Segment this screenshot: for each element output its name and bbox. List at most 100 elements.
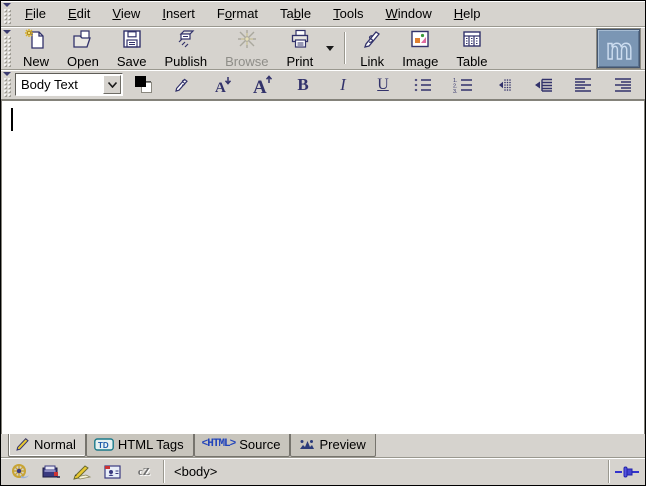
paragraph-format-value: Body Text — [16, 77, 103, 92]
menu-view-label: View — [112, 6, 140, 21]
chevron-down-icon — [108, 82, 117, 88]
svg-text:A: A — [215, 80, 226, 95]
decrease-font-size-button[interactable]: A — [210, 72, 237, 97]
menu-edit-label: Edit — [68, 6, 90, 21]
bold-button[interactable]: B — [290, 72, 317, 97]
link-button-label: Link — [360, 55, 384, 69]
menu-help-label: Help — [454, 6, 481, 21]
combo-dropdown-button[interactable] — [103, 75, 121, 94]
td-tag-icon: TD — [94, 438, 114, 451]
increase-font-size-button[interactable]: A — [250, 72, 277, 97]
save-floppy-icon — [120, 28, 144, 54]
online-status[interactable] — [609, 458, 645, 485]
image-icon — [408, 28, 432, 54]
swatch-tick — [146, 81, 151, 82]
svg-text:A: A — [253, 77, 267, 96]
menu-insert[interactable]: Insert — [154, 2, 203, 25]
tab-source[interactable]: <HTML> Source — [194, 434, 291, 457]
menu-file[interactable]: File — [17, 2, 54, 25]
svg-text:3.: 3. — [453, 89, 458, 93]
image-button[interactable]: Image — [393, 29, 447, 67]
link-button[interactable]: Link — [351, 29, 393, 67]
tab-html-tags[interactable]: TD HTML Tags — [86, 434, 194, 457]
pen-icon — [16, 438, 30, 451]
table-button[interactable]: Table — [447, 29, 496, 67]
menu-window[interactable]: Window — [378, 2, 440, 25]
menu-help[interactable]: Help — [446, 2, 489, 25]
menu-edit[interactable]: Edit — [60, 2, 98, 25]
status-bar: cZ <body> — [1, 457, 645, 485]
align-left-button[interactable] — [570, 72, 597, 97]
browse-sparkle-icon — [235, 28, 259, 54]
italic-glyph: I — [340, 75, 346, 95]
bulleted-list-button[interactable] — [410, 72, 437, 97]
new-button-label: New — [23, 55, 49, 69]
editor-canvas[interactable] — [1, 100, 645, 434]
print-button-label: Print — [286, 55, 313, 69]
composer-pen-icon — [72, 463, 92, 481]
browse-button-label: Browse — [225, 55, 268, 69]
table-button-label: Table — [456, 55, 487, 69]
menu-table-label: Table — [280, 6, 311, 21]
print-button[interactable]: Print — [277, 29, 322, 67]
new-button[interactable]: New — [14, 29, 58, 67]
highlighter-pen-icon — [173, 76, 193, 94]
tab-html-tags-label: HTML Tags — [118, 437, 184, 452]
grippy-dots — [3, 35, 11, 67]
open-folder-icon — [71, 28, 95, 54]
html-source-icon: <HTML> — [202, 438, 236, 450]
indent-button[interactable] — [530, 72, 557, 97]
mail-button[interactable] — [40, 462, 62, 482]
menu-view[interactable]: View — [104, 2, 148, 25]
component-bar: cZ — [1, 458, 163, 485]
toolbar-grippy[interactable] — [2, 29, 12, 67]
menu-file-label: File — [25, 6, 46, 21]
tab-preview[interactable]: Preview — [290, 434, 375, 457]
color-swatch-icon — [135, 76, 152, 93]
toolbar-grippy[interactable] — [2, 2, 12, 25]
toolbar-grippy[interactable] — [2, 71, 12, 98]
text-caret — [11, 108, 13, 131]
grippy-dots — [3, 77, 11, 98]
image-button-label: Image — [402, 55, 438, 69]
open-button[interactable]: Open — [58, 29, 108, 67]
new-page-icon — [24, 28, 48, 54]
mozilla-throbber[interactable]: m — [597, 29, 640, 68]
underline-glyph: U — [377, 76, 389, 94]
element-path-value[interactable]: <body> — [174, 464, 217, 479]
paragraph-format-select[interactable]: Body Text — [15, 73, 123, 96]
grippy-dots — [3, 8, 11, 25]
underline-button[interactable]: U — [370, 72, 397, 97]
chatzilla-button[interactable]: cZ — [133, 462, 155, 482]
chevron-down-icon — [326, 46, 334, 51]
format-buttons-group: A A B I U — [123, 72, 643, 97]
tab-normal[interactable]: Normal — [8, 434, 86, 457]
navigator-button[interactable] — [9, 462, 31, 482]
open-button-label: Open — [67, 55, 99, 69]
element-path: <body> — [164, 458, 608, 485]
menu-table[interactable]: Table — [272, 2, 319, 25]
menu-format[interactable]: Format — [209, 2, 266, 25]
menu-tools[interactable]: Tools — [325, 2, 371, 25]
align-right-icon — [613, 77, 633, 93]
online-plug-icon — [614, 465, 640, 479]
toolbar-separator — [344, 32, 345, 64]
italic-button[interactable]: I — [330, 72, 357, 97]
numbered-list-button[interactable]: 1. 2. 3. — [450, 72, 477, 97]
menu-insert-label: Insert — [162, 6, 195, 21]
collapse-arrow-icon — [3, 72, 11, 76]
main-toolbar: New Open Save Pub — [1, 27, 645, 70]
print-dropdown-button[interactable] — [322, 28, 338, 68]
numbered-list-icon: 1. 2. 3. — [452, 77, 474, 93]
edit-mode-tabbar: Normal TD HTML Tags <HTML> Source Previe… — [1, 434, 645, 457]
align-right-button[interactable] — [610, 72, 637, 97]
publish-button[interactable]: Publish — [155, 29, 216, 67]
text-color-picker[interactable] — [130, 72, 157, 97]
svg-text:TD: TD — [98, 441, 109, 450]
composer-button[interactable] — [71, 462, 93, 482]
save-button[interactable]: Save — [108, 29, 156, 67]
bulleted-list-icon — [413, 77, 433, 93]
highlight-color-button[interactable] — [170, 72, 197, 97]
address-book-button[interactable] — [102, 462, 124, 482]
outdent-button[interactable] — [490, 72, 517, 97]
